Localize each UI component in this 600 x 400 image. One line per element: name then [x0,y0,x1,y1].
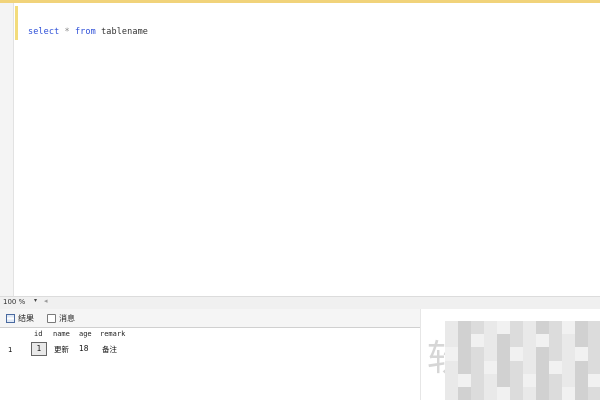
tab-messages[interactable]: 消息 [47,312,75,325]
results-grid[interactable]: id name age remark 1 1 更新 18 备注 [0,328,420,400]
sql-keyword-select: select [28,27,60,37]
column-header-name[interactable]: name [53,330,70,338]
results-tabs: 结果 消息 [0,309,420,328]
pixelated-watermark [445,321,600,400]
zoom-dropdown-arrow[interactable]: ▾ [34,297,37,304]
query-editor[interactable]: select * from tablename [0,0,600,296]
scroll-marker-icon: ◂ [44,297,48,305]
tab-results-label: 结果 [18,314,34,323]
column-header-remark[interactable]: remark [100,330,125,338]
sql-star: * [64,27,70,37]
sql-query-line[interactable]: select * from tablename [28,27,148,37]
editor-gutter [0,3,14,296]
watermark-panel: 软 [420,309,600,400]
sql-table-name: tablename [101,27,149,37]
cell-age[interactable]: 18 [79,344,89,353]
cell-id-selected[interactable]: 1 [31,342,47,356]
column-header-id[interactable]: id [34,330,42,338]
grid-icon [6,314,15,323]
editor-top-border [0,0,600,3]
tab-results[interactable]: 结果 [6,312,34,325]
tab-messages-label: 消息 [59,314,75,323]
row-number[interactable]: 1 [8,346,12,354]
change-indicator-bar [15,6,18,40]
sql-keyword-from: from [74,27,96,37]
message-icon [47,314,56,323]
column-header-age[interactable]: age [79,330,92,338]
cell-remark[interactable]: 备注 [102,344,117,355]
cell-name[interactable]: 更新 [54,344,69,355]
zoom-level[interactable]: 100 % [3,298,25,306]
zoom-bar: 100 % ▾ ◂ [0,296,600,310]
